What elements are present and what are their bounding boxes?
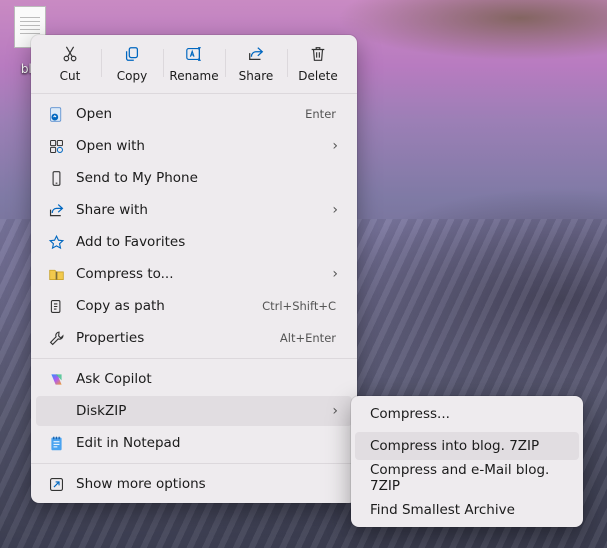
copy-path-shortcut: Ctrl+Shift+C <box>262 299 336 313</box>
copy-icon <box>125 47 139 61</box>
copy-path-icon <box>36 298 76 315</box>
copy-label: Copy <box>116 69 148 83</box>
compress-into-label: Compress into blog. 7ZIP <box>370 438 540 454</box>
copy-path-label: Copy as path <box>76 298 165 314</box>
send-phone-label: Send to My Phone <box>76 170 198 186</box>
scissors-icon <box>63 46 77 62</box>
menu-item-open[interactable]: Open Enter <box>36 99 352 129</box>
menu-item-copy-as-path[interactable]: Copy as path Ctrl+Shift+C <box>36 291 352 321</box>
favorites-label: Add to Favorites <box>76 234 186 250</box>
notepad-icon <box>36 435 76 452</box>
compress-email-label: Compress and e-Mail blog. 7ZIP <box>370 462 550 494</box>
open-shortcut: Enter <box>305 107 336 121</box>
menu-item-properties[interactable]: Properties Alt+Enter <box>36 323 352 353</box>
menu-item-diskzip[interactable]: DiskZIP › <box>36 396 352 426</box>
delete-button[interactable]: Delete <box>287 35 349 93</box>
rename-button[interactable]: Rename <box>163 35 225 93</box>
copy-button[interactable]: Copy <box>101 35 163 93</box>
submenu-compress-and-email[interactable]: Compress and e-Mail blog. 7ZIP <box>355 462 579 494</box>
share-with-label: Share with <box>76 202 148 218</box>
open-with-icon <box>36 138 76 155</box>
menu-item-compress-to[interactable]: Compress to... › <box>36 259 352 289</box>
menu-item-add-favorites[interactable]: Add to Favorites <box>36 227 352 257</box>
menu-item-edit-notepad[interactable]: Edit in Notepad <box>36 428 352 458</box>
share-with-icon <box>36 202 76 219</box>
context-menu: Cut Copy Rename Share Delete Open Enter … <box>31 35 357 503</box>
share-button[interactable]: Share <box>225 35 287 93</box>
compress-label: Compress... <box>370 406 450 422</box>
open-label: Open <box>76 106 113 122</box>
open-with-label: Open with <box>76 138 145 154</box>
diskzip-submenu: Compress... Compress into blog. 7ZIP Com… <box>351 396 583 527</box>
menu-separator <box>31 358 357 359</box>
diskzip-label: DiskZIP <box>76 403 127 419</box>
open-app-icon <box>36 106 76 123</box>
menu-item-send-to-phone[interactable]: Send to My Phone <box>36 163 352 193</box>
find-smallest-label: Find Smallest Archive <box>370 502 515 518</box>
properties-label: Properties <box>76 330 145 346</box>
wrench-icon <box>36 330 76 347</box>
star-icon <box>36 234 76 251</box>
chevron-right-icon: › <box>332 266 338 282</box>
share-label: Share <box>238 69 274 83</box>
cut-label: Cut <box>59 69 81 83</box>
chevron-right-icon: › <box>332 138 338 154</box>
show-more-label: Show more options <box>76 476 206 492</box>
submenu-compress[interactable]: Compress... <box>355 400 579 428</box>
zip-folder-icon <box>36 266 76 283</box>
copilot-label: Ask Copilot <box>76 371 152 387</box>
cut-button[interactable]: Cut <box>39 35 101 93</box>
menu-separator <box>31 463 357 464</box>
show-more-icon <box>36 476 76 493</box>
properties-shortcut: Alt+Enter <box>279 331 336 345</box>
rename-icon <box>186 47 201 61</box>
submenu-compress-into-7zip[interactable]: Compress into blog. 7ZIP <box>355 432 579 460</box>
submenu-find-smallest-archive[interactable]: Find Smallest Archive <box>355 496 579 524</box>
trash-icon <box>311 47 325 61</box>
chevron-right-icon: › <box>332 403 338 419</box>
copilot-icon <box>36 371 76 388</box>
notepad-label: Edit in Notepad <box>76 435 181 451</box>
menu-item-share-with[interactable]: Share with › <box>36 195 352 225</box>
context-toolbar: Cut Copy Rename Share Delete <box>31 35 357 94</box>
menu-item-ask-copilot[interactable]: Ask Copilot <box>36 364 352 394</box>
share-icon <box>249 47 264 61</box>
menu-item-show-more-options[interactable]: Show more options <box>36 469 352 499</box>
phone-icon <box>36 170 76 187</box>
delete-label: Delete <box>298 69 338 83</box>
menu-item-open-with[interactable]: Open with › <box>36 131 352 161</box>
rename-label: Rename <box>169 69 219 83</box>
compress-to-label: Compress to... <box>76 266 174 282</box>
chevron-right-icon: › <box>332 202 338 218</box>
